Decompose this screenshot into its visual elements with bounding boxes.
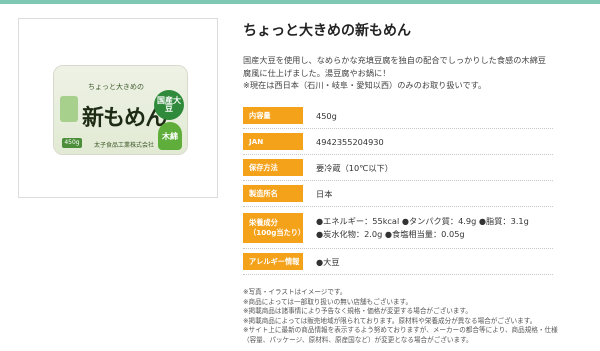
domestic-soy-seal: 国産大豆 — [154, 90, 184, 120]
product-description: 国産大豆を使用し、なめらかな充填豆腐を独自の配合でしっかりした食感の木綿豆 腐風… — [243, 54, 563, 92]
spec-label: アレルギー情報 — [243, 253, 303, 270]
note-line: ※掲載商品によっては販売地域が限られております。原材料や栄養成分が異なる場合がご… — [243, 316, 537, 325]
spec-label: 保存方法 — [243, 159, 303, 176]
spec-row-storage: 保存方法 要冷蔵（10℃以下） — [243, 155, 553, 181]
package-logo-chip — [60, 96, 78, 122]
spec-label: JAN — [243, 133, 303, 150]
top-accent-bar — [0, 0, 600, 4]
package-weight-badge: 450g — [62, 138, 82, 148]
spec-label: 内容量 — [243, 107, 303, 124]
spec-label: 栄養成分 （100g当たり） — [243, 212, 306, 243]
package-maker-text: 太子食品工業株式会社 — [94, 142, 155, 149]
spec-row-allergy: アレルギー情報 ●大豆 — [243, 249, 553, 275]
spec-row-content-amount: 内容量 450g — [243, 103, 553, 129]
note-line: ※サイト上に最新の商品情報を表示するよう努めておりますが、メーカーの都合等により… — [243, 326, 558, 335]
description-line: ※現在は西日本（石川・岐阜・愛知以西）のみのお取り扱いです。 — [243, 80, 487, 90]
product-title: ちょっと大きめの新もめん — [243, 23, 411, 39]
note-line: ※商品によっては一部取り扱いの無い店舗もございます。 — [243, 297, 413, 306]
spec-label: 製造所名 — [243, 185, 303, 202]
nutrition-line: ●エネルギー：55kcal ●タンパク質：4.9g ●脂質：3.1g — [316, 216, 529, 226]
description-line: 国産大豆を使用し、なめらかな充填豆腐を独自の配合でしっかりした食感の木綿豆 — [243, 55, 546, 65]
spec-value: 4942355204930 — [316, 136, 384, 147]
spec-row-manufacturer: 製造所名 日本 — [243, 181, 553, 207]
nutrition-line: ●炭水化物：2.0g ●食塩相当量：0.05g — [316, 228, 465, 239]
spec-row-nutrition: 栄養成分 （100g当たり） ●エネルギー：55kcal ●タンパク質：4.9g… — [243, 207, 553, 249]
spec-table: 内容量 450g JAN 4942355204930 保存方法 要冷蔵（10℃以… — [243, 103, 553, 275]
package-leaf-badge: 木綿 — [158, 122, 182, 150]
note-line: ※掲載商品は諸事情により予告なく規格・価格が変更する場合がございます。 — [243, 307, 472, 316]
product-image-frame[interactable]: ちょっと大きめの 新もめん 国産大豆 木綿 450g 太子食品工業株式会社 — [18, 18, 218, 198]
spec-value: ●大豆 — [316, 256, 340, 267]
spec-value: 日本 — [316, 188, 333, 199]
package-brand-text: ちょっと大きめの — [88, 83, 144, 91]
spec-row-jan: JAN 4942355204930 — [243, 129, 553, 155]
note-line: ※写真・イラストはイメージです。 — [243, 288, 347, 296]
spec-label-line: （100g当たり） — [249, 227, 306, 237]
spec-value: ●エネルギー：55kcal ●タンパク質：4.9g ●脂質：3.1g ●炭水化物… — [316, 215, 529, 240]
product-image: ちょっと大きめの 新もめん 国産大豆 木綿 450g 太子食品工業株式会社 — [53, 65, 188, 155]
spec-value: 要冷蔵（10℃以下） — [316, 162, 393, 173]
description-line: 腐風に仕上げました。湯豆腐やお鍋に！ — [243, 67, 391, 78]
disclaimer-notes: ※写真・イラストはイメージです。 ※商品によっては一部取り扱いの無い店舗もござい… — [243, 288, 583, 346]
note-line: （容量、パッケージ、原材料、原産国など）が変更となる場合がございます。 — [243, 335, 473, 344]
spec-label-line: 栄養成分 — [249, 217, 278, 227]
spec-value: 450g — [316, 110, 337, 121]
